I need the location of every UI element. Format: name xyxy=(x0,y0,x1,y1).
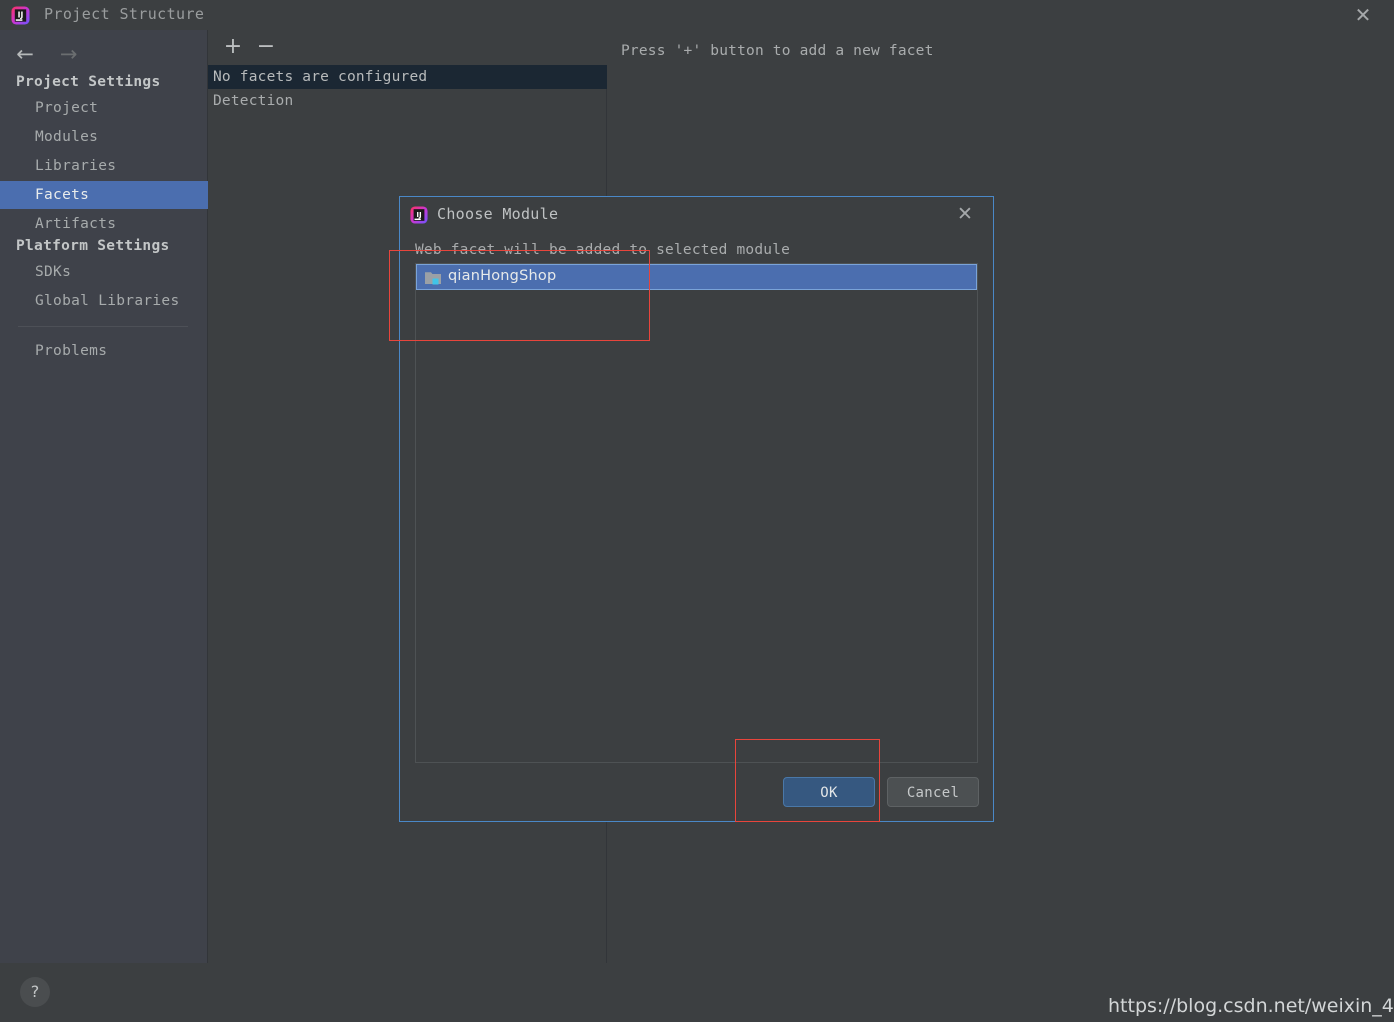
intellij-idea-logo: IJ xyxy=(410,206,428,224)
facets-empty-message[interactable]: No facets are configured xyxy=(208,65,607,89)
project-structure-window: IJ Project Structure ✕ ← → Project Setti… xyxy=(0,0,1394,1022)
sidebar-item-facets[interactable]: Facets xyxy=(0,181,208,209)
svg-text:IJ: IJ xyxy=(416,210,422,219)
dialog-cancel-button[interactable]: Cancel xyxy=(887,777,979,807)
sidebar-item-problems[interactable]: Problems xyxy=(0,337,208,365)
dialog-titlebar: IJ Choose Module ✕ xyxy=(400,197,993,234)
facet-hint-text: Press '+' button to add a new facet xyxy=(621,43,934,59)
minus-icon[interactable]: − xyxy=(253,36,279,60)
sidebar-item-global-libraries[interactable]: Global Libraries xyxy=(0,287,208,315)
watermark-url: https://blog.csdn.net/weixin_42292874 xyxy=(1108,995,1394,1017)
svg-text:IJ: IJ xyxy=(18,10,24,19)
sidebar-group-project-settings: Project Settings xyxy=(16,74,161,90)
dialog-description: Web facet will be added to selected modu… xyxy=(415,242,791,258)
sidebar-group-platform-settings: Platform Settings xyxy=(16,238,170,254)
module-name: qianHongShop xyxy=(448,268,557,284)
dialog-title: Choose Module xyxy=(437,205,559,223)
window-title: Project Structure xyxy=(44,5,205,23)
question-mark-icon[interactable]: ? xyxy=(20,977,50,1007)
arrow-left-icon[interactable]: ← xyxy=(8,40,42,68)
sidebar-item-artifacts[interactable]: Artifacts xyxy=(0,210,208,238)
window-titlebar: IJ Project Structure ✕ xyxy=(0,0,1394,30)
facets-detection-row[interactable]: Detection xyxy=(208,89,607,113)
plus-icon[interactable]: + xyxy=(220,36,246,60)
sidebar-item-sdks[interactable]: SDKs xyxy=(0,258,208,286)
list-item[interactable]: qianHongShop xyxy=(416,264,977,290)
facets-toolbar: + − xyxy=(208,30,607,65)
sidebar-item-project[interactable]: Project xyxy=(0,94,208,122)
sidebar-navigation: ← → xyxy=(8,40,86,68)
close-icon[interactable]: ✕ xyxy=(955,205,975,225)
module-folder-icon xyxy=(425,272,441,285)
module-list: qianHongShop xyxy=(415,263,978,763)
arrow-right-icon[interactable]: → xyxy=(52,40,86,68)
settings-sidebar: ← → Project Settings Project Modules Lib… xyxy=(0,30,208,963)
dialog-ok-button[interactable]: OK xyxy=(783,777,875,807)
sidebar-divider xyxy=(18,326,188,327)
choose-module-dialog: IJ Choose Module ✕ Web facet will be add… xyxy=(399,196,994,822)
sidebar-item-libraries[interactable]: Libraries xyxy=(0,152,208,180)
sidebar-item-modules[interactable]: Modules xyxy=(0,123,208,151)
close-icon[interactable]: ✕ xyxy=(1352,5,1374,27)
intellij-idea-logo: IJ xyxy=(11,6,30,25)
